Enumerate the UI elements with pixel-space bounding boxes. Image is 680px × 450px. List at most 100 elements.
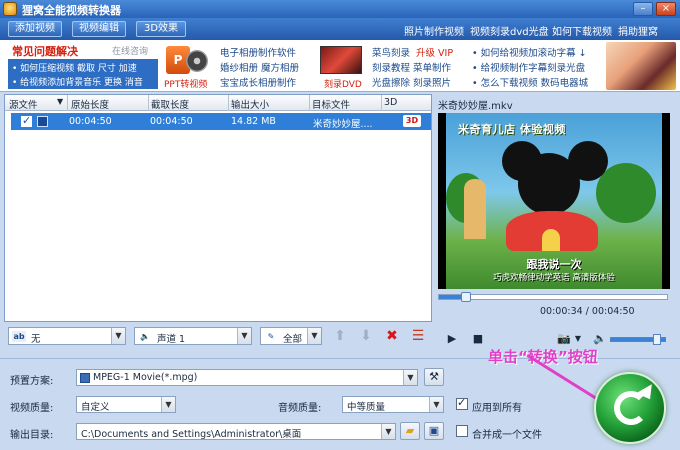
col-cut-length[interactable]: 截取长度 (151, 97, 189, 111)
link-burn-dvd[interactable]: 视频刻录dvd光盘 (470, 23, 549, 38)
row-cut-length: 00:04:50 (150, 116, 193, 127)
ad-link-download-video[interactable]: • 怎么下载视频 数码电器城 (472, 75, 588, 89)
edit-icon: ✎ (267, 332, 275, 341)
settings-wrench-button[interactable]: ⚒ (424, 368, 444, 386)
online-consult-link[interactable]: 在线咨询 (112, 44, 148, 57)
link-donate[interactable]: 捐助狸窝 (618, 23, 658, 38)
audio-quality-value: 中等质量 (347, 402, 386, 413)
convert-button[interactable] (594, 372, 666, 444)
open-folder-button[interactable]: ▣ (424, 422, 444, 440)
volume-slider[interactable] (610, 334, 666, 345)
delete-icon[interactable]: ✖ (384, 328, 400, 344)
ad-link-burn-tutorial[interactable]: 刻录教程 菜单制作 (372, 60, 451, 74)
ad-link-upgrade-vip[interactable]: 升级 VIP (416, 45, 453, 59)
tower-shape (464, 179, 486, 239)
ad-link-baby-album[interactable]: 宝宝成长相册制作 (220, 75, 296, 89)
ad-strip: 常见问题解决 在线咨询 • 如何压缩视频 截取 尺寸 加速 • 给视频添加背景音… (0, 40, 680, 92)
video-subtitle-main: 跟我说一次 (526, 258, 582, 271)
clear-list-icon[interactable]: ☰ (410, 328, 426, 344)
play-icon[interactable]: ▶ (444, 332, 460, 346)
add-video-button[interactable]: 添加视频 (8, 21, 62, 37)
chevron-down-icon: ▼ (403, 370, 417, 385)
faq-line-compress[interactable]: • 如何压缩视频 截取 尺寸 加速 (12, 61, 137, 74)
tree-shape (596, 163, 656, 223)
merge-checkbox[interactable] (456, 425, 468, 437)
apply-all-checkbox[interactable] (456, 396, 468, 410)
preset-select[interactable]: MPEG-1 Movie(*.mpg) ▼ (76, 369, 418, 386)
ppt-to-video-ad[interactable]: P PPT转视频 (164, 44, 212, 90)
col-source-sort-icon[interactable]: ▼ (57, 97, 63, 106)
ad-link-beginner-burn[interactable]: 菜鸟刻录 (372, 45, 410, 59)
column-divider (67, 95, 68, 111)
column-divider (148, 95, 149, 111)
faq-title[interactable]: 常见问题解决 (12, 43, 78, 59)
edit-video-button[interactable]: 视频编辑 (72, 21, 126, 37)
ad-link-subtitle-burn[interactable]: • 给视频制作字幕刻录光盘 (472, 60, 585, 74)
audio-quality-select[interactable]: 中等质量 ▼ (342, 396, 444, 413)
ad-link-scroll-subtitle[interactable]: • 如何给视频加滚动字幕 ↓ (472, 45, 587, 59)
move-up-icon[interactable]: ⬆ (332, 328, 348, 344)
link-download-video[interactable]: 如何下载视频 (552, 23, 612, 38)
output-dir-value: C:\Documents and Settings\Administrator\… (81, 429, 302, 440)
audio-track-select[interactable]: 🔈 声道 1 ▼ (134, 327, 252, 345)
chevron-down-icon[interactable]: ▼ (570, 332, 586, 346)
col-output-size[interactable]: 输出大小 (231, 97, 269, 111)
film-icon (37, 116, 48, 127)
volume-icon[interactable]: 🔈 (592, 332, 608, 346)
ad-link-disc-erase[interactable]: 光盘擦除 刻录照片 (372, 75, 451, 89)
preset-value: MPEG-1 Movie(*.mpg) (93, 372, 198, 383)
file-list: 源文件 ▼ 原始长度 截取长度 输出大小 目标文件 3D 00:04:50 00… (4, 94, 432, 322)
output-dir-select[interactable]: C:\Documents and Settings\Administrator\… (76, 423, 396, 440)
ad-link-album-software[interactable]: 电子相册制作软件 (220, 45, 296, 59)
col-original-length[interactable]: 原始长度 (71, 97, 109, 111)
column-divider (381, 95, 382, 111)
merge-label: 合并成一个文件 (472, 430, 542, 441)
chevron-down-icon: ▼ (381, 424, 395, 439)
dvd-thumbnail (320, 46, 362, 74)
row-original-length: 00:04:50 (69, 116, 112, 127)
row-checkbox[interactable] (21, 114, 32, 127)
burn-dvd-ad[interactable]: 刻录DVD (318, 44, 364, 90)
list-toolbar: ab 无 ▼ 🔈 声道 1 ▼ ✎ 全部 ▼ ⬆ ⬇ ✖ ☰ (4, 324, 432, 348)
ad-banner-image[interactable] (606, 42, 676, 90)
seek-handle[interactable] (461, 292, 471, 302)
preview-filename: 米奇妙妙屋.mkv (438, 101, 513, 112)
scope-select[interactable]: ✎ 全部 ▼ (260, 327, 322, 345)
volume-handle[interactable] (653, 334, 661, 345)
stop-icon[interactable]: ■ (470, 332, 486, 346)
seek-bar[interactable] (438, 292, 668, 302)
video-preview[interactable]: 米奇育儿店 体验视频 跟我说一次 巧虎欢畅律动学英语 高清版体验 (438, 113, 670, 289)
table-row[interactable]: 00:04:50 00:04:50 14.82 MB 米奇妙妙屋.... 3D (11, 113, 431, 130)
clubhouse-door-shape (542, 229, 560, 251)
video-quality-label: 视频质量: (10, 403, 54, 414)
col-source[interactable]: 源文件 (9, 97, 38, 111)
title-bar: 狸窝全能视频转换器 – × (0, 0, 680, 18)
burn-dvd-label: 刻录DVD (324, 80, 362, 90)
chevron-down-icon: ▼ (237, 328, 251, 344)
col-3d[interactable]: 3D (384, 97, 397, 108)
scope-value: 全部 (283, 334, 303, 345)
chevron-down-icon: ▼ (307, 328, 321, 344)
film-reel-icon (186, 50, 208, 72)
subtitle-select[interactable]: ab 无 ▼ (8, 327, 126, 345)
chevron-down-icon: ▼ (111, 328, 125, 344)
timecode: 00:00:34 / 00:04:50 (540, 306, 635, 317)
column-divider (228, 95, 229, 111)
faq-box: • 如何压缩视频 截取 尺寸 加速 • 给视频添加背景音乐 更换 消音 (8, 59, 158, 89)
browse-folder-button[interactable]: ▰ (400, 422, 420, 440)
move-down-icon[interactable]: ⬇ (358, 328, 374, 344)
video-quality-select[interactable]: 自定义 ▼ (76, 396, 176, 413)
window-title: 狸窝全能视频转换器 (22, 4, 121, 17)
3d-effect-button[interactable]: 3D效果 (136, 21, 186, 37)
col-target-file[interactable]: 目标文件 (312, 97, 350, 111)
ad-link-wedding-album[interactable]: 婚纱相册 魔方相册 (220, 60, 299, 74)
format-icon (80, 373, 90, 383)
3d-badge[interactable]: 3D (403, 115, 421, 127)
apply-all-label: 应用到所有 (472, 403, 522, 414)
link-photo-to-video[interactable]: 照片制作视频 (404, 23, 464, 38)
close-button[interactable]: × (656, 2, 676, 16)
minimize-button[interactable]: – (633, 2, 653, 16)
faq-line-music[interactable]: • 给视频添加背景音乐 更换 消音 (12, 75, 143, 88)
video-sign-text: 米奇育儿店 体验视频 (458, 123, 566, 136)
settings-panel: 预置方案: MPEG-1 Movie(*.mpg) ▼ ⚒ 视频质量: 自定义 … (0, 358, 680, 450)
